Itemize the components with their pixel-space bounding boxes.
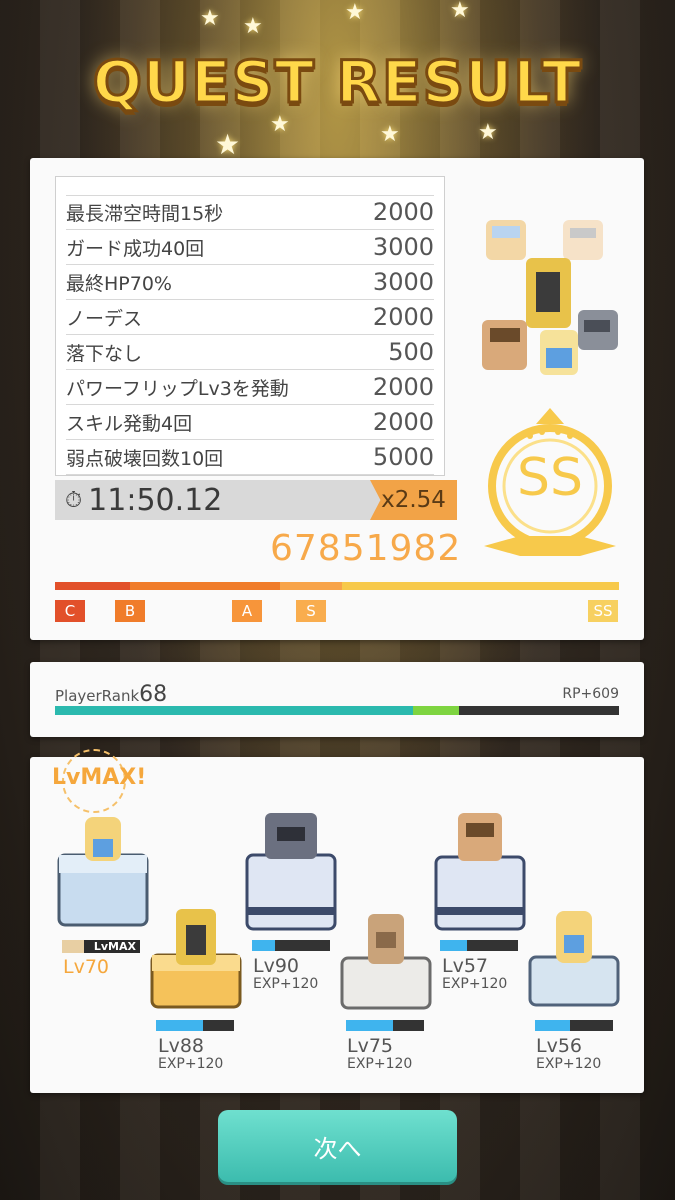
clear-time: 11:50.12 [88,482,223,518]
rank-marker-c: C [55,600,85,622]
unit-5-sprite-icon [434,813,526,931]
bonus-row: 最終HP70% 3000 [66,265,434,300]
rank-marker-s: S [296,600,326,622]
bonus-row: 最長滞空時間15秒 2000 [66,195,434,230]
unit-3-level: Lv90 [253,955,300,977]
unit-6-level: Lv56 [536,1035,583,1057]
unit-2-exp-bar [156,1020,234,1031]
unit-3-exp-bar [252,940,330,951]
unit-4-exp: EXP+120 [347,1056,413,1072]
party-sprites-icon [482,220,618,375]
unit-2-exp: EXP+120 [158,1056,224,1072]
bonus-row: スキル発動4回 2000 [66,405,434,440]
bonus-row: 落下なし 500 [66,335,434,370]
bonus-row: ノーデス 2000 [66,300,434,335]
unit-5-exp: EXP+120 [442,976,508,992]
player-rank-bar [55,706,619,715]
stopwatch-icon: ⏱ [65,487,83,513]
unit-5-level: Lv57 [442,955,489,977]
unit-5-exp-bar [440,940,518,951]
unit-1-sprite-icon [57,817,149,927]
unit-6-exp-fill [535,1020,570,1031]
rank-marker-a: A [232,600,262,622]
unit-4-exp-fill [346,1020,393,1031]
unit-2[interactable] [148,907,243,1021]
unit-4[interactable] [338,912,433,1021]
bonus-row: パワーフリップLv3を発動 2000 [66,370,434,405]
rank-marker-ss: SS [588,600,618,622]
player-rank-fill [55,706,413,715]
bonus-row: ガード成功40回 3000 [66,230,434,265]
unit-2-exp-fill [156,1020,203,1031]
result-panel: 最長滞空時間15秒 2000 ガード成功40回 3000 最終HP70% 3000 ノ… [30,158,644,640]
bonus-row: 弱点破壊回数10回 5000 [66,440,434,475]
unit-1[interactable] [55,815,150,939]
unit-4-sprite-icon [340,914,432,1010]
rank-segment-c [55,582,130,590]
next-button[interactable]: 次へ [218,1110,457,1182]
unit-2-level: Lv88 [158,1035,205,1057]
unit-1-lvmax-bar: LvMAX [62,940,140,953]
unit-2-sprite-icon [150,909,242,1009]
unit-3[interactable] [243,807,338,939]
player-rank-panel: PlayerRank68 RP+609 [30,662,644,737]
player-rank-label: PlayerRank68 [55,682,168,707]
page-title: QUEST RESULT [91,47,583,118]
unit-6[interactable] [526,909,621,1018]
player-rank-value: 68 [139,682,168,707]
rank-segment-b [130,582,280,590]
score-multiplier: x2.54 [370,480,457,520]
unit-3-exp: EXP+120 [253,976,319,992]
unit-6-exp-bar [535,1020,613,1031]
unit-1-level: Lv70 [63,956,110,978]
unit-5[interactable] [432,809,527,938]
unit-3-sprite-icon [245,813,337,931]
unit-3-exp-fill [252,940,275,951]
unit-4-exp-bar [346,1020,424,1031]
unit-6-exp: EXP+120 [536,1056,602,1072]
unit-5-exp-fill [440,940,467,951]
party-panel: LvMAX! LvMAX Lv70 Lv88 EXP+120 Lv90 EXP+… [30,749,644,1093]
total-score: 67851982 [270,528,462,569]
rank-marker-b: B [115,600,145,622]
unit-4-level: Lv75 [347,1035,394,1057]
lvmax-tag: LvMAX! [52,765,147,790]
unit-6-sprite-icon [528,911,620,1007]
bonus-list[interactable]: 最長滞空時間15秒 2000 ガード成功40回 3000 最終HP70% 3000 ノ… [55,176,445,476]
rp-gain: RP+609 [562,686,619,702]
player-rank-gain [413,706,459,715]
rank-segment-a [280,582,342,590]
bonus-row-partial [66,177,434,196]
grade-text: SS [516,448,583,508]
